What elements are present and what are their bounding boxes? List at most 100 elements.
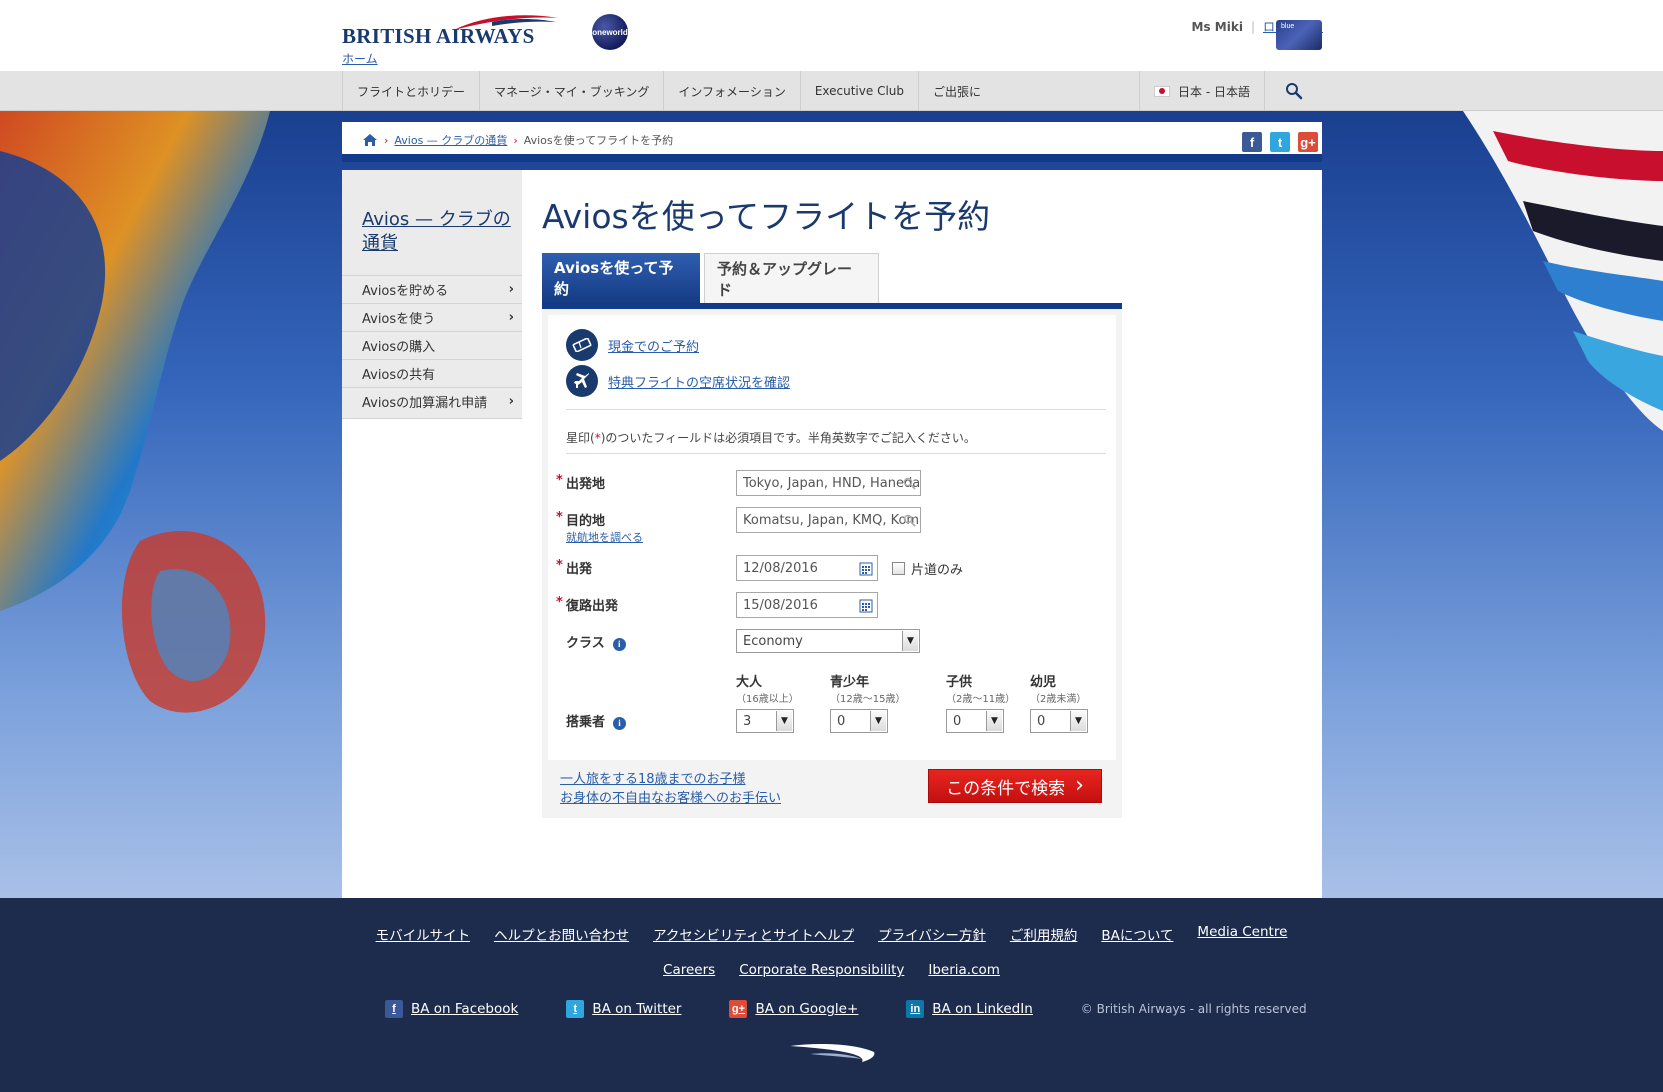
copyright: © British Airways - all rights reserved <box>1080 1002 1307 1016</box>
dropdown-arrow-icon: ▼ <box>986 711 1002 731</box>
sidebar-item-earn[interactable]: Aviosを貯める › <box>342 275 522 303</box>
destination-label-text: 目的地 <box>566 514 606 529</box>
google-plus-icon[interactable]: g+ <box>1298 132 1318 152</box>
site-search-button[interactable] <box>1264 71 1322 111</box>
checkbox-box[interactable] <box>892 562 905 575</box>
search-button-label: この条件で検索 <box>946 778 1066 799</box>
sidebar-item-share[interactable]: Aviosの共有 <box>342 359 522 387</box>
airplane-icon <box>566 365 598 397</box>
info-icon[interactable]: i <box>612 637 626 651</box>
return-date-value: 15/08/2016 <box>743 597 818 613</box>
footer-link-mobile[interactable]: モバイルサイト <box>376 924 471 944</box>
destination-input[interactable]: Komatsu, Japan, KMQ, Komatsu <box>736 507 921 533</box>
cash-booking-label: 現金でのご予約 <box>608 339 700 355</box>
google-plus-label: BA on Google+ <box>755 1001 859 1017</box>
nav-item-manage-booking[interactable]: マネージ・マイ・ブッキング <box>479 71 663 111</box>
footer-twitter-link[interactable]: t BA on Twitter <box>566 1000 681 1018</box>
unaccompanied-minor-link[interactable]: 一人旅をする18歳までのお子様 <box>560 770 781 789</box>
adult-count-select[interactable]: 3 ▼ <box>736 709 794 733</box>
member-card-icon[interactable]: blue <box>1276 20 1322 50</box>
depart-label: * 出発 <box>556 558 592 577</box>
sidebar-item-label: Aviosを使う <box>362 312 436 327</box>
facebook-icon[interactable]: f <box>1242 132 1262 152</box>
adult-age: （16歳以上） <box>736 694 799 705</box>
footer-facebook-link[interactable]: f BA on Facebook <box>385 1000 518 1018</box>
calendar-icon[interactable] <box>859 562 873 576</box>
twitter-icon[interactable]: t <box>1270 132 1290 152</box>
child-age: （2歳～11歳） <box>946 694 1016 705</box>
nav-item-information[interactable]: インフォメーション <box>663 71 799 111</box>
breadcrumb-current: Aviosを使ってフライトを予約 <box>523 134 674 147</box>
footer-link-accessibility[interactable]: アクセシビリティとサイトヘルプ <box>653 924 854 944</box>
sidebar-list: Aviosを貯める › Aviosを使う › Aviosの購入 Aviosの共有… <box>342 275 522 415</box>
oneway-checkbox[interactable]: 片道のみ <box>892 559 963 578</box>
footer-link-responsibility[interactable]: Corporate Responsibility <box>739 962 904 978</box>
child-count-select[interactable]: 0 ▼ <box>946 709 1004 733</box>
special-assistance-link[interactable]: お身体の不自由なお客様へのお手伝い <box>560 789 781 808</box>
breadcrumb-avios[interactable]: Avios — クラブの通貨 <box>394 132 507 148</box>
required-marker: * <box>556 473 563 488</box>
origin-value: Tokyo, Japan, HND, Haneda <box>743 475 921 491</box>
footer-linkedin-link[interactable]: in BA on LinkedIn <box>906 1000 1033 1018</box>
nav-item-business[interactable]: ご出張に <box>918 71 995 111</box>
footer-social: f BA on Facebook t BA on Twitter g+ BA o… <box>385 1000 1307 1018</box>
footer-link-terms[interactable]: ご利用規約 <box>1010 924 1078 944</box>
tab-book-with-avios[interactable]: Aviosを使って予約 <box>542 253 700 303</box>
youth-count-select[interactable]: 0 ▼ <box>830 709 888 733</box>
footer-google-plus-link[interactable]: g+ BA on Google+ <box>729 1000 858 1018</box>
dropdown-arrow-icon: ▼ <box>1070 711 1086 731</box>
infant-count-select[interactable]: 0 ▼ <box>1030 709 1088 733</box>
british-airways-logo[interactable]: BRITISH AIRWAYS <box>342 12 558 52</box>
main-nav: フライトとホリデー マネージ・マイ・ブッキング インフォメーション Execut… <box>0 71 1663 111</box>
chevron-right-icon: › <box>508 310 514 325</box>
depart-date-input[interactable]: 12/08/2016 <box>736 555 878 581</box>
destination-value: Komatsu, Japan, KMQ, Komatsu <box>743 512 920 528</box>
return-date-input[interactable]: 15/08/2016 <box>736 592 878 618</box>
sidebar-item-label: Aviosの共有 <box>362 368 436 383</box>
sidebar-item-buy[interactable]: Aviosの購入 <box>342 331 522 359</box>
youth-age: （12歳～15歳） <box>830 694 906 705</box>
required-note-pre: 星印( <box>566 431 595 445</box>
home-icon[interactable] <box>362 133 378 147</box>
adult-count: 3 <box>743 713 752 729</box>
nav-item-executive-club[interactable]: Executive Club <box>799 71 918 111</box>
nav-item-flights[interactable]: フライトとホリデー <box>342 71 479 111</box>
footer-link-media[interactable]: Media Centre <box>1197 924 1287 944</box>
sidebar-item-label: Aviosの加算漏れ申請 <box>362 396 488 411</box>
sidebar-title-link[interactable]: Avios — クラブの通貨 <box>362 208 512 256</box>
footer-link-help[interactable]: ヘルプとお問い合わせ <box>494 924 629 944</box>
linkedin-icon: in <box>906 1000 925 1018</box>
depart-date-value: 12/08/2016 <box>743 560 818 576</box>
required-marker: * <box>556 558 563 573</box>
route-map-link[interactable]: 就航地を調べる <box>566 529 643 545</box>
calendar-icon[interactable] <box>859 599 873 613</box>
award-availability-link[interactable]: 特典フライトの空席状況を確認 <box>566 365 790 397</box>
dropdown-arrow-icon: ▼ <box>870 711 886 731</box>
search-flights-button[interactable]: この条件で検索 › <box>928 769 1102 803</box>
oneworld-logo: oneworld <box>592 14 628 50</box>
info-icon[interactable]: i <box>613 716 627 730</box>
user-name: Ms Miki <box>1191 19 1243 34</box>
footer-link-privacy[interactable]: プライバシー方針 <box>878 924 986 944</box>
passengers-label: 搭乗者 i <box>566 711 627 730</box>
home-link[interactable]: ホーム <box>342 50 378 67</box>
origin-input[interactable]: Tokyo, Japan, HND, Haneda <box>736 470 921 496</box>
breadcrumb-separator: › <box>513 133 518 147</box>
cash-booking-link[interactable]: 現金でのご予約 <box>566 329 699 361</box>
sidebar-item-claim[interactable]: Aviosの加算漏れ申請 › <box>342 387 522 415</box>
twitter-icon: t <box>566 1000 585 1018</box>
infant-age: （2歳未満） <box>1030 694 1087 705</box>
footer-link-careers[interactable]: Careers <box>663 962 715 978</box>
tab-book-upgrade[interactable]: 予約＆アップグレード <box>704 253 879 303</box>
social-share: f t g+ <box>1242 132 1318 152</box>
sidebar-item-spend[interactable]: Aviosを使う › <box>342 303 522 331</box>
chevron-right-icon: › <box>508 282 514 297</box>
child-count: 0 <box>953 713 962 729</box>
passengers-label-text: 搭乗者 <box>566 715 606 730</box>
footer-link-iberia[interactable]: Iberia.com <box>928 962 1000 978</box>
class-select[interactable]: Economy ▼ <box>736 629 920 653</box>
kite-right-decoration <box>1463 111 1663 431</box>
footer-links-primary: モバイルサイト ヘルプとお問い合わせ アクセシビリティとサイトヘルプ プライバシ… <box>0 924 1663 944</box>
language-selector[interactable]: 日本 - 日本語 <box>1139 71 1264 111</box>
footer-link-about[interactable]: BAについて <box>1101 924 1173 944</box>
